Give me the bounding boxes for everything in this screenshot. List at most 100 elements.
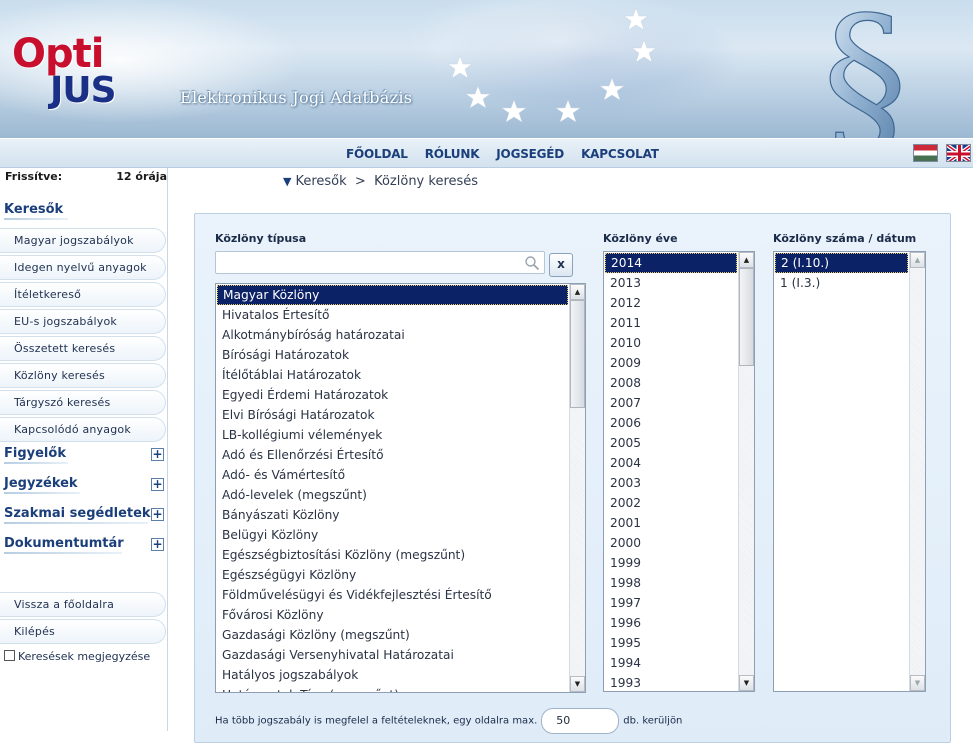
- expand-plus-icon[interactable]: +: [151, 538, 164, 551]
- gazette-year-option[interactable]: 2014: [605, 253, 737, 273]
- logo-jus-text: JUS: [50, 70, 117, 111]
- scroll-up-icon[interactable]: ▲: [739, 252, 754, 268]
- type-list-scrollbar[interactable]: ▲ ▼: [569, 284, 585, 692]
- gazette-year-option[interactable]: 1995: [605, 633, 737, 653]
- gazette-year-option[interactable]: 2004: [605, 453, 737, 473]
- nav-link-1[interactable]: RÓLUNK: [425, 147, 480, 161]
- gazette-year-option[interactable]: 1994: [605, 653, 737, 673]
- gazette-type-option[interactable]: Hivatalos Értesítő: [217, 305, 568, 325]
- header-subtitle: Elektronikus Jogi Adatbázis: [180, 88, 413, 107]
- gazette-year-option[interactable]: 2001: [605, 513, 737, 533]
- remember-searches-row[interactable]: Keresések megjegyzése: [4, 650, 150, 663]
- gazette-year-option[interactable]: 2006: [605, 413, 737, 433]
- gazette-year-option[interactable]: 2008: [605, 373, 737, 393]
- gazette-type-option[interactable]: Alkotmánybíróság határozatai: [217, 325, 568, 345]
- sidebar-item-bottom-0[interactable]: Vissza a főoldalra: [0, 592, 166, 617]
- gazette-year-option[interactable]: 2005: [605, 433, 737, 453]
- sidebar-item-search-3[interactable]: EU-s jogszabályok: [0, 309, 166, 334]
- gazette-type-option[interactable]: Gazdasági Közlöny (megszűnt): [217, 625, 568, 645]
- remember-searches-checkbox[interactable]: [4, 650, 15, 661]
- section-underline: [4, 218, 68, 220]
- gazette-type-option[interactable]: Elvi Bírósági Határozatok: [217, 405, 568, 425]
- max-results-input[interactable]: 50: [541, 708, 620, 734]
- year-list-scrollbar[interactable]: ▲ ▼: [738, 252, 754, 691]
- gazette-type-option[interactable]: Egészségbiztosítási Közlöny (megszűnt): [217, 545, 568, 565]
- gazette-year-option[interactable]: 1993: [605, 673, 737, 691]
- nav-links: FŐOLDAL RÓLUNK JOGSEGÉD KAPCSOLAT: [346, 147, 676, 161]
- scroll-down-icon[interactable]: ▼: [739, 675, 754, 691]
- gazette-number-list[interactable]: 2 (I.10.) 1 (I.3.) ▲ ▼: [773, 251, 926, 692]
- scroll-thumb[interactable]: [570, 300, 585, 408]
- sidebar-section-0[interactable]: Figyelők: [4, 446, 68, 464]
- sidebar-section-searches[interactable]: Keresők: [4, 202, 68, 220]
- gazette-year-option[interactable]: 2012: [605, 293, 737, 313]
- nav-link-3[interactable]: KAPCSOLAT: [581, 147, 659, 161]
- gazette-type-option[interactable]: Adó és Ellenőrzési Értesítő: [217, 445, 568, 465]
- gazette-type-option[interactable]: Egészségügyi Közlöny: [217, 565, 568, 585]
- sidebar-item-bottom-1[interactable]: Kilépés: [0, 619, 166, 644]
- gazette-type-option[interactable]: Gazdasági Versenyhivatal Határozatai: [217, 645, 568, 665]
- gazette-year-option[interactable]: 2007: [605, 393, 737, 413]
- gazette-year-option[interactable]: 2009: [605, 353, 737, 373]
- scroll-down-icon[interactable]: ▼: [910, 675, 925, 691]
- gazette-type-option[interactable]: Földművelésügyi és Vidékfejlesztési Érte…: [217, 585, 568, 605]
- year-label: Közlöny éve: [603, 232, 678, 245]
- gazette-type-option[interactable]: Bányászati Közlöny: [217, 505, 568, 525]
- gazette-type-option[interactable]: Határozatok Tára (megszűnt): [217, 685, 568, 692]
- gazette-year-option[interactable]: 1998: [605, 573, 737, 593]
- gazette-type-option[interactable]: Adó- és Vámértesítő: [217, 465, 568, 485]
- clear-search-button[interactable]: x: [549, 253, 573, 277]
- scroll-thumb[interactable]: [739, 268, 754, 366]
- sidebar-item-search-6[interactable]: Tárgyszó keresés: [0, 390, 166, 415]
- sidebar-item-search-4[interactable]: Összetett keresés: [0, 336, 166, 361]
- gazette-type-option[interactable]: Hatályos jogszabályok: [217, 665, 568, 685]
- gazette-type-option[interactable]: Bírósági Határozatok: [217, 345, 568, 365]
- hungarian-flag-icon[interactable]: [913, 144, 938, 162]
- sidebar-item-search-1[interactable]: Idegen nyelvű anyagok: [0, 255, 166, 280]
- gazette-type-option[interactable]: Egyedi Érdemi Határozatok: [217, 385, 568, 405]
- updated-value: 12 órája: [116, 170, 167, 183]
- expand-plus-icon[interactable]: +: [151, 448, 164, 461]
- number-list-scrollbar[interactable]: ▲ ▼: [909, 252, 925, 691]
- eu-stars-icon: [447, 7, 657, 123]
- gazette-year-option[interactable]: 1999: [605, 553, 737, 573]
- gazette-type-option[interactable]: Adó-levelek (megszűnt): [217, 485, 568, 505]
- gazette-year-list[interactable]: 2014 2013 2012 2011 2010 2009 2008 2007 2006 2005…: [603, 251, 755, 692]
- gazette-year-option[interactable]: 2003: [605, 473, 737, 493]
- gazette-year-option[interactable]: 2000: [605, 533, 737, 553]
- gazette-year-option[interactable]: 2011: [605, 313, 737, 333]
- nav-link-0[interactable]: FŐOLDAL: [346, 147, 408, 161]
- gazette-year-option[interactable]: 1997: [605, 593, 737, 613]
- sidebar-section-2[interactable]: Szakmai segédletek: [4, 506, 151, 524]
- gazette-type-option[interactable]: LB-kollégiumi vélemények: [217, 425, 568, 445]
- nav-link-2[interactable]: JOGSEGÉD: [496, 147, 564, 161]
- gazette-type-list[interactable]: Magyar Közlöny Hivatalos Értesítő Alkotmán…: [215, 283, 586, 693]
- expand-plus-icon[interactable]: +: [151, 508, 164, 521]
- uk-flag-icon[interactable]: [946, 144, 971, 162]
- gazette-number-option[interactable]: 1 (I.3.): [775, 273, 908, 293]
- sidebar-section-3[interactable]: Dokumentumtár: [4, 536, 124, 554]
- star-icon: [555, 99, 581, 123]
- sidebar-item-search-5[interactable]: Közlöny keresés: [0, 363, 166, 388]
- scroll-down-icon[interactable]: ▼: [570, 676, 585, 692]
- gazette-number-option[interactable]: 2 (I.10.): [775, 253, 908, 273]
- gazette-type-option[interactable]: Fővárosi Közlöny: [217, 605, 568, 625]
- remember-searches-label: Keresések megjegyzése: [18, 650, 151, 663]
- gazette-type-option[interactable]: Belügyi Közlöny: [217, 525, 568, 545]
- scroll-up-icon[interactable]: ▲: [910, 252, 925, 268]
- gazette-year-option[interactable]: 1996: [605, 613, 737, 633]
- breadcrumb-root[interactable]: Keresők: [295, 174, 346, 189]
- optijus-logo[interactable]: Opti JUS: [12, 34, 152, 114]
- sidebar-item-search-7[interactable]: Kapcsolódó anyagok: [0, 417, 166, 442]
- gazette-type-option[interactable]: Magyar Közlöny: [217, 285, 568, 305]
- scroll-up-icon[interactable]: ▲: [570, 284, 585, 300]
- gazette-year-option[interactable]: 2010: [605, 333, 737, 353]
- sidebar-section-1[interactable]: Jegyzékek: [4, 476, 80, 494]
- sidebar-item-search-2[interactable]: Ítéletkereső: [0, 282, 166, 307]
- gazette-year-option[interactable]: 2002: [605, 493, 737, 513]
- type-search-input[interactable]: [215, 251, 545, 274]
- sidebar-item-search-0[interactable]: Magyar jogszabályok: [0, 228, 166, 253]
- gazette-type-option[interactable]: Ítélőtáblai Határozatok: [217, 365, 568, 385]
- expand-plus-icon[interactable]: +: [151, 478, 164, 491]
- gazette-year-option[interactable]: 2013: [605, 273, 737, 293]
